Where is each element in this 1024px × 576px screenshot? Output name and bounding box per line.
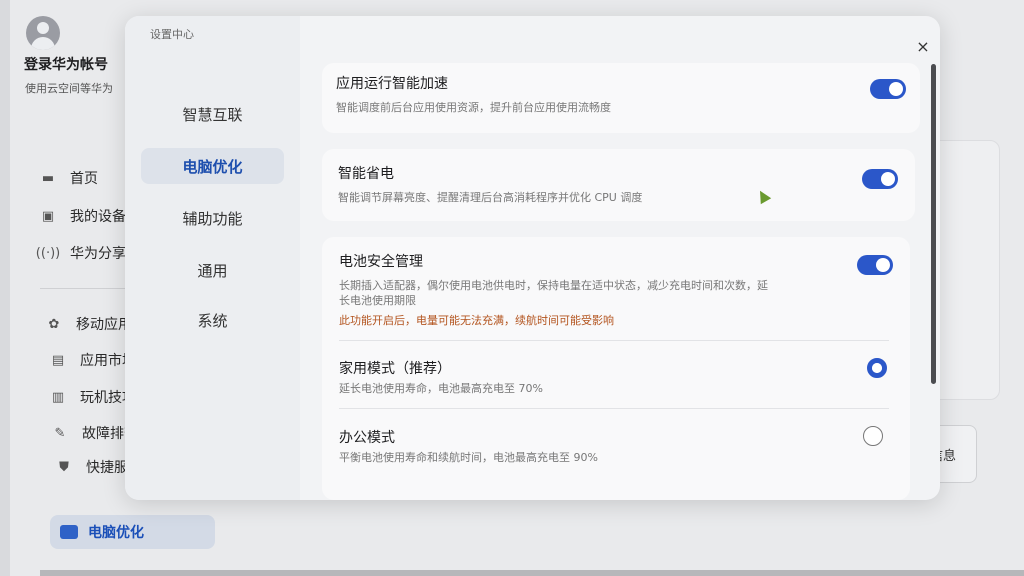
setting-card-app-accel: 应用运行智能加速 智能调度前后台应用使用资源，提升前台应用使用流畅度: [322, 63, 920, 133]
settings-dialog: 设置中心 智慧互联 电脑优化 辅助功能 通用 系统 × 应用运行智能加速 智能调…: [125, 16, 940, 500]
share-icon: ((·)): [35, 245, 61, 261]
side-item-system[interactable]: 系统: [141, 302, 284, 338]
setting-desc-line1: 长期插入适配器，偶尔使用电池供电时，保持电量在适中状态，减少充电时间和次数，延: [339, 279, 768, 292]
scrollbar[interactable]: [931, 64, 936, 384]
apps-icon: ✿: [48, 316, 60, 332]
side-item-accessibility[interactable]: 辅助功能: [141, 200, 284, 236]
side-item-general[interactable]: 通用: [141, 252, 284, 288]
battery-toggle[interactable]: [857, 255, 893, 275]
devices-icon: ▣: [41, 208, 55, 224]
settings-sidebar: 设置中心 智慧互联 电脑优化 辅助功能 通用 系统: [125, 16, 300, 500]
setting-desc-line2: 长电池使用期限: [339, 294, 416, 307]
shield-icon: ⛊: [59, 459, 69, 475]
divider: [339, 408, 889, 409]
monitor-icon: ▬: [41, 170, 55, 186]
taskbar-edge: [40, 570, 1024, 576]
divider: [339, 340, 889, 341]
setting-title: 电池安全管理: [339, 254, 423, 270]
pc-optimize-icon: [60, 525, 78, 539]
mode-desc: 延长电池使用寿命，电池最高充电至 70%: [339, 382, 543, 395]
store-icon: ▤: [51, 352, 65, 368]
mode-title: 家用模式（推荐）: [339, 361, 451, 377]
mode-title: 办公模式: [339, 430, 395, 446]
setting-card-power-save: 智能省电 智能调节屏幕亮度、提醒清理后台高消耗程序并优化 CPU 调度: [322, 149, 915, 221]
setting-desc: 智能调节屏幕亮度、提醒清理后台高消耗程序并优化 CPU 调度: [338, 191, 643, 204]
wrench-icon: ✎: [54, 425, 66, 441]
avatar[interactable]: [26, 16, 60, 50]
side-item-smart-connect[interactable]: 智慧互联: [141, 96, 284, 132]
office-mode-radio[interactable]: [863, 426, 883, 446]
setting-desc: 智能调度前后台应用使用资源，提升前台应用使用流畅度: [336, 101, 611, 114]
setting-title: 智能省电: [338, 166, 394, 182]
home-mode-radio[interactable]: [867, 358, 887, 378]
setting-card-battery: 电池安全管理 长期插入适配器，偶尔使用电池供电时，保持电量在适中状态，减少充电时…: [322, 237, 910, 500]
nav-item-pc-optimize[interactable]: 电脑优化: [50, 515, 215, 549]
login-title[interactable]: 登录华为帐号: [24, 54, 108, 74]
dialog-title: 设置中心: [150, 28, 194, 41]
app-accel-toggle[interactable]: [870, 79, 906, 99]
side-item-pc-optimize[interactable]: 电脑优化: [141, 148, 284, 184]
login-subtitle: 使用云空间等华为: [25, 82, 113, 95]
tips-icon: ▥: [51, 389, 65, 405]
power-save-toggle[interactable]: [862, 169, 898, 189]
close-icon[interactable]: ×: [913, 36, 933, 56]
setting-title: 应用运行智能加速: [336, 76, 448, 92]
mode-desc: 平衡电池使用寿命和续航时间，电池最高充电至 90%: [339, 451, 598, 464]
battery-warning: 此功能开启后，电量可能无法充满，续航时间可能受影响: [339, 314, 614, 327]
